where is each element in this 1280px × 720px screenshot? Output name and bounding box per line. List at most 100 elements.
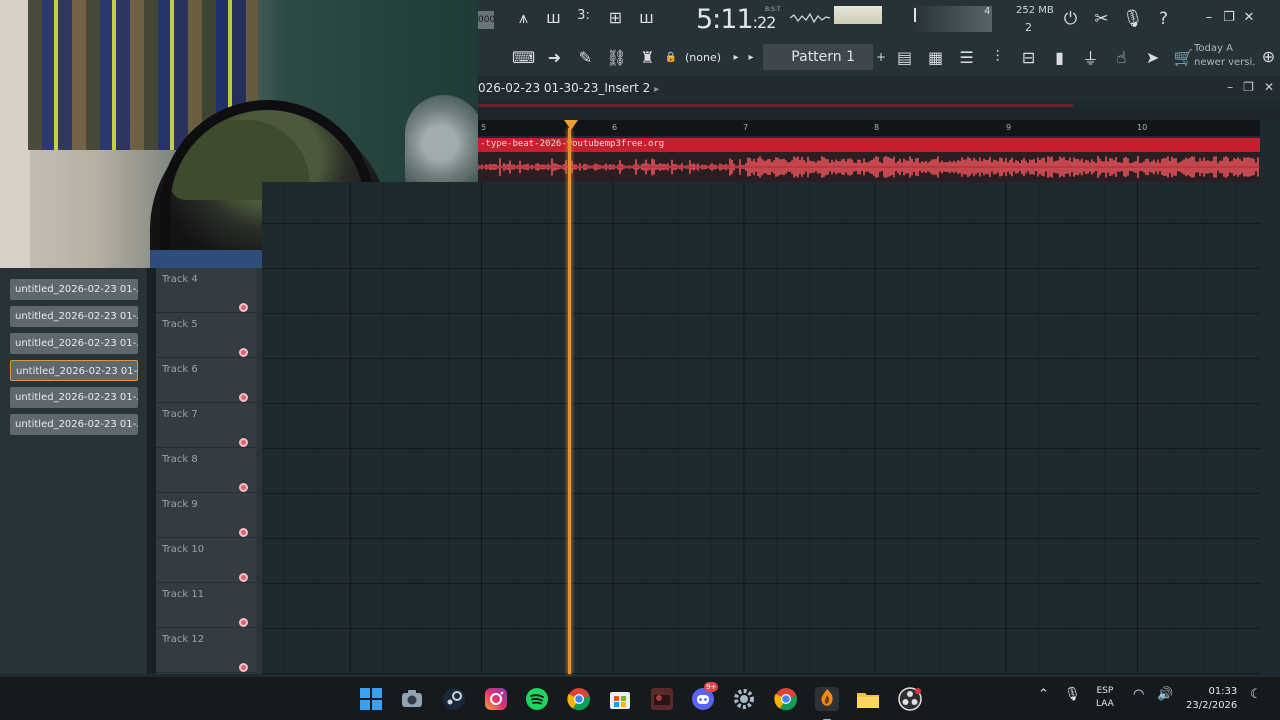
playlist-grid[interactable] — [262, 182, 1260, 674]
track-mute-dot[interactable] — [239, 663, 248, 672]
game-icon[interactable] — [650, 687, 674, 711]
cut-icon[interactable]: ✂ — [1091, 9, 1112, 29]
loop-record-icon[interactable]: ш — [631, 8, 662, 27]
track-header[interactable]: Track 7 — [156, 403, 256, 448]
timeline-ruler[interactable]: 5 6 7 8 9 10 — [478, 120, 1260, 136]
discord-icon[interactable]: 9+ — [691, 682, 719, 711]
close-icon[interactable]: ✕ — [1264, 80, 1274, 94]
volume-icon[interactable]: 🔊 — [1157, 687, 1173, 702]
browser-item[interactable]: untitled_2026-02-23 01-... — [10, 387, 138, 408]
link-icon[interactable]: ⛓ — [601, 48, 632, 67]
song-position-display[interactable]: 5:11:22 — [696, 4, 776, 35]
track-header[interactable]: Track 12 — [156, 628, 256, 673]
playhead-marker[interactable] — [564, 120, 578, 130]
step-edit-icon[interactable]: ⊞ — [600, 8, 631, 27]
track-header[interactable]: Track 6 — [156, 358, 256, 403]
globe-icon[interactable]: ⊕ — [1253, 47, 1280, 66]
camera-icon[interactable] — [400, 687, 424, 711]
system-clock[interactable]: 01:33 23/2/2026 — [1186, 685, 1237, 713]
play-small-icon[interactable]: ▸ — [745, 52, 757, 63]
wifi-icon[interactable]: ◠ — [1133, 687, 1144, 702]
playhead-line[interactable] — [568, 128, 571, 674]
piano-roll-icon[interactable]: ☰ — [951, 48, 982, 67]
track-header[interactable]: Track 8 — [156, 448, 256, 493]
main-toolbar: 000 ⩚ ш 3: ⊞ ш 5:11:22 B:S:T 4 252 MB 2 … — [478, 0, 1280, 76]
browser-item[interactable]: untitled_2026-02-23 01-... — [10, 279, 138, 300]
browser-divider[interactable] — [148, 268, 156, 674]
browser-item[interactable]: untitled_2026-02-23 01-... — [10, 414, 138, 435]
power-icon[interactable]: ⏻ — [1060, 9, 1081, 29]
spotify-icon[interactable] — [525, 687, 549, 711]
browser-icon[interactable]: ⊟ — [1013, 48, 1044, 67]
audio-clip-header[interactable]: -type-beat-2026-youtubemp3free.org — [478, 138, 1260, 152]
browser-item[interactable]: untitled_2026-02-23 01-... — [10, 306, 138, 327]
countdown-icon[interactable]: 3: — [568, 8, 599, 23]
audio-clip-waveform[interactable] — [478, 152, 1260, 182]
track-mute-dot[interactable] — [239, 303, 248, 312]
playlist-window-controls: – ❐ ✕ — [1227, 80, 1274, 94]
browser-item-selected[interactable]: untitled_2026-02-23 01-... — [10, 360, 138, 381]
obs-icon[interactable] — [898, 687, 922, 711]
pattern-selector[interactable]: Pattern 1 — [763, 44, 874, 70]
chrome-icon[interactable] — [567, 687, 591, 711]
track-header[interactable]: Track 10 — [156, 538, 256, 583]
steam-icon[interactable] — [442, 687, 466, 711]
microphone-tray-icon[interactable]: 🎙 — [1064, 687, 1081, 702]
restore-icon[interactable]: ❐ — [1243, 80, 1254, 94]
close-icon[interactable]: ✕ — [1242, 10, 1256, 25]
arrow-right-icon[interactable]: ➜ — [539, 48, 570, 67]
add-pattern-icon[interactable]: + — [873, 50, 889, 64]
language-line-1: ESP — [1096, 686, 1114, 696]
discord-badge: 9+ — [704, 682, 719, 692]
show-hidden-icons[interactable]: ⌃ — [1038, 687, 1049, 702]
language-indicator[interactable]: ESP LAA — [1096, 685, 1114, 711]
minimize-icon[interactable]: – — [1202, 10, 1216, 25]
notification-icon[interactable]: ☾ — [1250, 687, 1262, 702]
chrome-icon-2[interactable] — [774, 687, 798, 711]
chevron-right-icon[interactable]: ▸ — [727, 52, 745, 63]
chevron-right-icon[interactable]: ▸ — [654, 84, 659, 95]
touch-icon[interactable]: ☝ — [1106, 48, 1137, 67]
stamp-icon[interactable]: ♜ — [632, 48, 663, 67]
track-mute-dot[interactable] — [239, 618, 248, 627]
memory-usage: 252 MB — [1016, 5, 1054, 16]
pattern-selector-none[interactable]: (none) — [679, 51, 727, 64]
piano-keyboard-icon[interactable]: ⌨ — [508, 48, 539, 67]
pencil-icon[interactable]: ✎ — [570, 48, 601, 67]
help-icon[interactable]: ? — [1153, 9, 1174, 29]
track-mute-dot[interactable] — [239, 483, 248, 492]
track-mute-dot[interactable] — [239, 438, 248, 447]
store-icon[interactable] — [608, 687, 632, 711]
send-icon[interactable]: ➤ — [1137, 48, 1168, 67]
track-header[interactable]: Track 9 — [156, 493, 256, 538]
wait-input-icon[interactable]: ш — [538, 8, 569, 27]
channel-rack-icon[interactable]: ▦ — [920, 48, 951, 67]
start-icon[interactable] — [359, 687, 383, 711]
master-volume-display[interactable] — [834, 6, 882, 24]
track-header[interactable]: Track 5 — [156, 313, 256, 358]
metronome-icon[interactable]: ⩚ — [508, 8, 539, 28]
plugin-icon[interactable]: ⏚ — [1075, 45, 1106, 69]
clock-date: 23/2/2026 — [1186, 700, 1238, 711]
playlist-title-text: 026-02-23 01-30-23_Insert 2 — [478, 81, 651, 95]
microphone-icon[interactable]: 🎙 — [1122, 9, 1144, 29]
playlist-icon[interactable]: ▤ — [889, 48, 920, 67]
track-mute-dot[interactable] — [239, 573, 248, 582]
track-mute-dot[interactable] — [239, 528, 248, 537]
instagram-icon[interactable] — [484, 687, 508, 711]
fl-studio-icon[interactable] — [815, 687, 839, 720]
mixer-icon[interactable]: ⫶ — [982, 47, 1013, 67]
file-explorer-icon[interactable] — [856, 687, 880, 711]
clipboard-icon[interactable]: ▮ — [1044, 48, 1075, 67]
restore-icon[interactable]: ❐ — [1222, 10, 1236, 25]
browser-item[interactable]: untitled_2026-02-23 01-... — [10, 333, 138, 354]
track-header[interactable]: Track 4 — [156, 268, 256, 313]
track-header[interactable]: Track 11 — [156, 583, 256, 628]
track-mute-dot[interactable] — [239, 348, 248, 357]
oscilloscope-icon — [790, 12, 830, 24]
minimize-icon[interactable]: – — [1227, 80, 1233, 94]
track-label: Track 9 — [162, 499, 198, 510]
settings-icon[interactable] — [732, 687, 756, 711]
news-panel[interactable]: Today A newer versi. — [1194, 42, 1255, 70]
track-mute-dot[interactable] — [239, 393, 248, 402]
